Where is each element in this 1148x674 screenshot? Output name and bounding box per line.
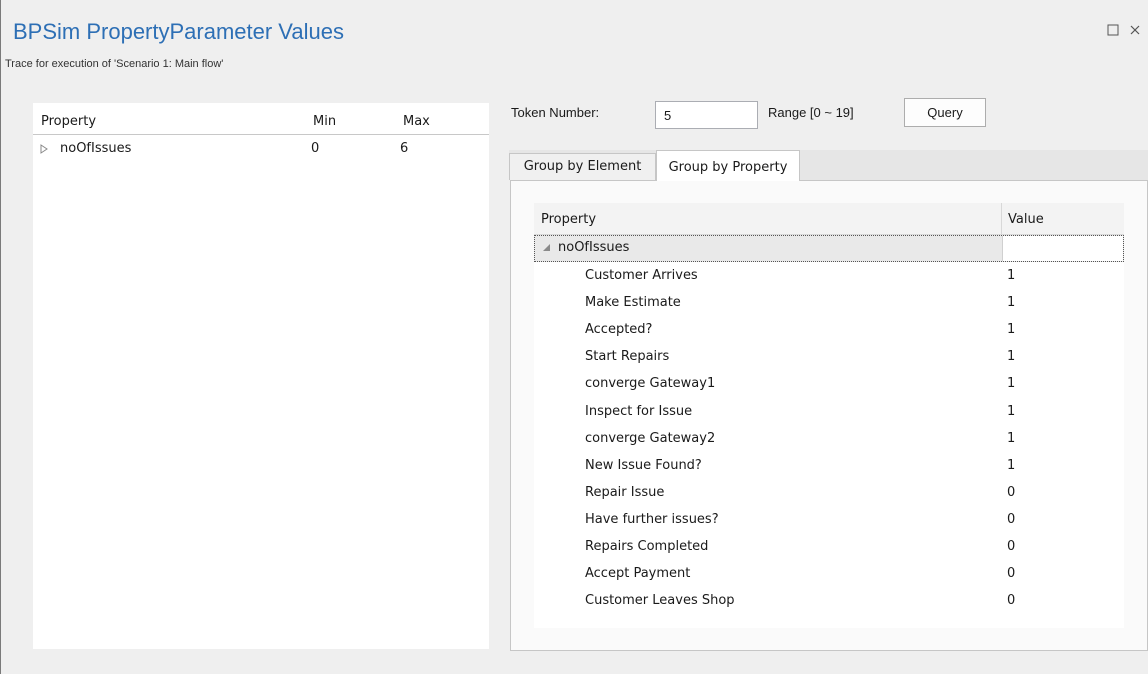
tab-group-by-property[interactable]: Group by Property (656, 150, 800, 181)
row-property-name: Start Repairs (585, 349, 670, 365)
table-row[interactable]: converge Gateway1 1 (534, 371, 1124, 398)
table-row[interactable]: Make Estimate 1 (534, 290, 1124, 317)
column-header-value[interactable]: Value (1008, 212, 1044, 227)
row-property-name: Customer Leaves Shop (585, 593, 735, 609)
maximize-button[interactable] (1104, 21, 1122, 39)
group-label: noOfIssues (558, 240, 630, 255)
row-value: 1 (1007, 457, 1016, 473)
property-range-list: Property Min Max noOfIssues 0 6 (33, 103, 489, 649)
row-value: 1 (1007, 349, 1016, 365)
tab-group-by-element[interactable]: Group by Element (509, 153, 656, 180)
row-value: 0 (1007, 484, 1016, 500)
property-min: 0 (311, 141, 320, 156)
window-title: BPSim PropertyParameter Values (13, 19, 344, 44)
table-row[interactable]: Repairs Completed 0 (534, 534, 1124, 561)
row-value: 1 (1007, 295, 1016, 311)
close-icon (1130, 25, 1140, 35)
table-row[interactable]: Have further issues? 0 (534, 507, 1124, 534)
row-property-name: Repairs Completed (585, 539, 709, 554)
table-row[interactable]: Start Repairs 1 (534, 344, 1124, 371)
window-left-border (0, 0, 1, 674)
table-row[interactable]: Repair Issue 0 (534, 480, 1124, 507)
row-property-name: Accept Payment (585, 566, 691, 582)
collapse-arrow-icon[interactable] (543, 244, 551, 252)
column-header-property[interactable]: Property (541, 212, 596, 227)
row-property-name: Accepted? (585, 322, 653, 338)
property-list-header: Property Min Max (33, 103, 489, 135)
column-header-min[interactable]: Min (313, 114, 336, 129)
row-value: 1 (1007, 376, 1016, 392)
table-row[interactable]: Customer Arrives 1 (534, 263, 1124, 290)
range-label: Range [0 ~ 19] (768, 105, 854, 120)
row-value: 1 (1007, 322, 1016, 338)
property-row[interactable]: noOfIssues 0 6 (33, 139, 489, 159)
expand-arrow-icon[interactable] (40, 144, 50, 154)
row-property-name: Customer Arrives (585, 268, 698, 283)
row-value: 1 (1007, 268, 1016, 283)
group-row[interactable]: noOfIssues (534, 235, 1124, 262)
row-property-name: Inspect for Issue (585, 403, 693, 419)
row-property-name: converge Gateway2 (585, 430, 716, 446)
column-header-max[interactable]: Max (403, 114, 430, 129)
property-max: 6 (400, 141, 409, 156)
row-property-name: converge Gateway1 (585, 376, 716, 392)
table-row[interactable]: Customer Leaves Shop 0 (534, 588, 1124, 615)
query-button[interactable]: Query (904, 98, 986, 127)
column-header-property[interactable]: Property (41, 114, 96, 129)
token-number-input[interactable]: 5 (655, 101, 758, 129)
table-row[interactable]: Accepted? 1 (534, 317, 1124, 344)
row-value: 1 (1007, 430, 1016, 446)
row-value: 0 (1007, 593, 1016, 609)
table-row[interactable]: converge Gateway2 1 (534, 426, 1124, 453)
row-value: 0 (1007, 539, 1016, 554)
row-property-name: Repair Issue (585, 484, 665, 500)
row-value: 0 (1007, 566, 1016, 582)
table-row[interactable]: Accept Payment 0 (534, 561, 1124, 588)
group-value-cell (1002, 236, 1123, 261)
maximize-icon (1107, 24, 1119, 36)
property-name: noOfIssues (60, 141, 132, 156)
row-property-name: Make Estimate (585, 295, 681, 311)
row-value: 0 (1007, 511, 1016, 527)
row-property-name: Have further issues? (585, 511, 719, 527)
row-value: 1 (1007, 403, 1016, 419)
token-number-label: Token Number: (511, 105, 600, 120)
row-property-name: New Issue Found? (585, 457, 702, 473)
close-button[interactable] (1126, 21, 1146, 39)
grid-header: Property Value (534, 203, 1124, 235)
table-row[interactable]: New Issue Found? 1 (534, 453, 1124, 480)
window-subtitle: Trace for execution of 'Scenario 1: Main… (5, 58, 224, 70)
column-divider[interactable] (1001, 203, 1002, 235)
property-value-grid: Property Value noOfIssues Customer Arriv… (534, 203, 1124, 628)
table-row[interactable]: Inspect for Issue 1 (534, 399, 1124, 426)
